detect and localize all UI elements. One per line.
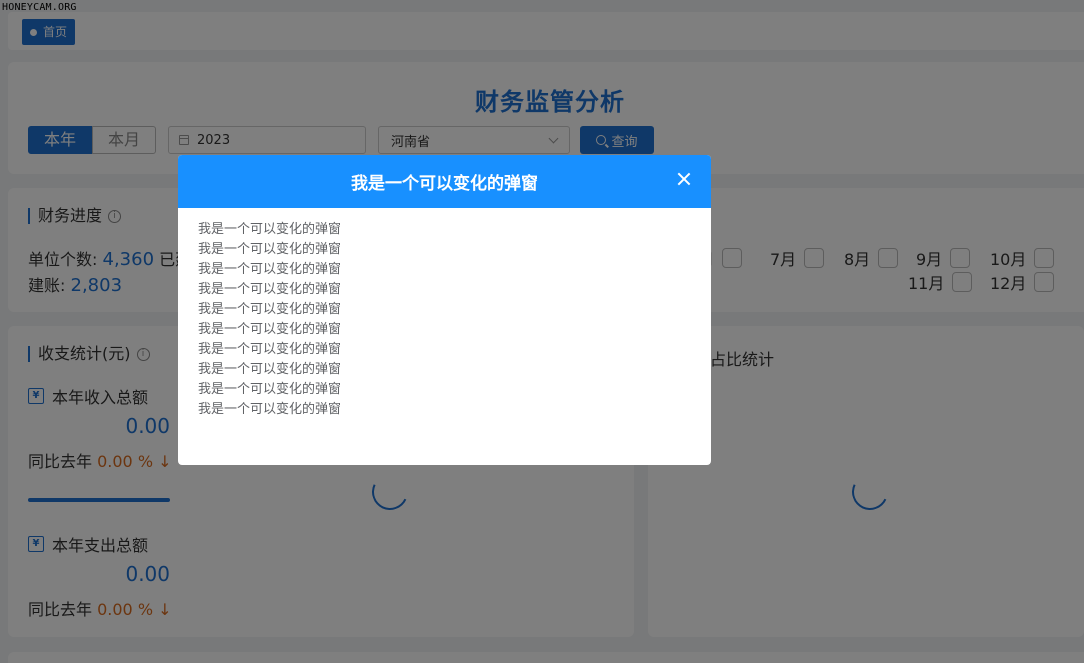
dialog-line: 我是一个可以变化的弹窗 bbox=[198, 322, 342, 337]
dialog-line: 我是一个可以变化的弹窗 bbox=[198, 302, 342, 317]
dialog-line: 我是一个可以变化的弹窗 bbox=[198, 262, 342, 277]
dialog-line: 我是一个可以变化的弹窗 bbox=[198, 222, 342, 237]
watermark: HONEYCAM.ORG bbox=[2, 2, 77, 13]
dialog-line: 我是一个可以变化的弹窗 bbox=[198, 362, 342, 377]
dialog-title: 我是一个可以变化的弹窗 bbox=[351, 174, 538, 194]
dialog-line: 我是一个可以变化的弹窗 bbox=[198, 382, 342, 397]
dialog-line: 我是一个可以变化的弹窗 bbox=[198, 342, 342, 357]
close-icon[interactable] bbox=[677, 172, 691, 186]
dialog-header: 我是一个可以变化的弹窗 bbox=[178, 155, 711, 208]
dialog-line: 我是一个可以变化的弹窗 bbox=[198, 282, 342, 297]
dialog-line: 我是一个可以变化的弹窗 bbox=[198, 242, 342, 257]
dialog-line: 我是一个可以变化的弹窗 bbox=[198, 402, 342, 417]
dialog-body: 我是一个可以变化的弹窗 我是一个可以变化的弹窗 我是一个可以变化的弹窗 我是一个… bbox=[178, 208, 711, 432]
modal-dialog: 我是一个可以变化的弹窗 我是一个可以变化的弹窗 我是一个可以变化的弹窗 我是一个… bbox=[178, 155, 711, 465]
